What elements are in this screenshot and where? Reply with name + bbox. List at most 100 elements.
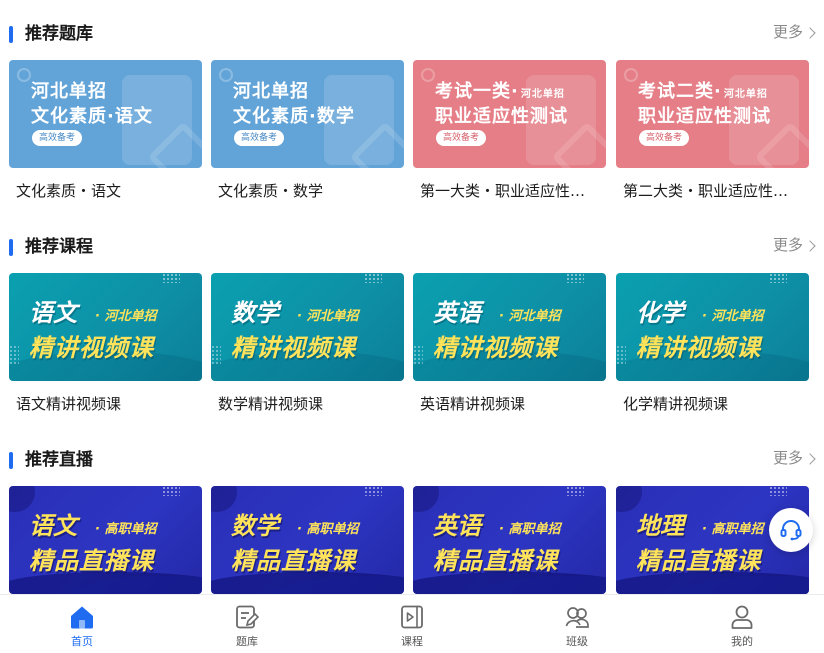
class-group-icon <box>565 607 589 628</box>
card-row: 河北单招 文化素质·语文 高效备考 文化素质・语文 河北单招 文化素质·数学 高… <box>9 60 814 210</box>
thumb-line2: 精品直播课 <box>636 547 761 575</box>
more-link[interactable]: 更多 <box>772 21 816 43</box>
customer-service-icon <box>780 520 802 541</box>
thumb-subject: 数学 <box>231 299 279 327</box>
section-accent-bar <box>9 26 13 43</box>
section-title: 推荐题库 <box>25 24 93 44</box>
thumb-line2: 文化素质·数学 <box>233 106 355 127</box>
card-thumbnail: 数学 · 河北单招 精讲视频课 <box>211 273 404 381</box>
thumb-line2: 职业适应性测试 <box>638 106 771 127</box>
thumb-subject: 地理 <box>636 512 684 540</box>
thumb-line2: 精讲视频课 <box>433 334 558 362</box>
card-caption: 英语精讲视频课 <box>420 395 526 413</box>
tab-courses[interactable]: 课程 <box>330 595 494 653</box>
thumb-subject: 英语 <box>433 512 481 540</box>
thumb-line2: 精品直播课 <box>433 547 558 575</box>
live-card[interactable]: 语文 · 高职单招 精品直播课 <box>9 486 202 594</box>
thumb-subject: 英语 <box>433 299 481 327</box>
thumb-subject: 化学 <box>636 299 684 327</box>
thumb-line1: 考试一类· 河北单招 <box>435 81 565 102</box>
bank-card[interactable]: 河北单招 文化素质·数学 高效备考 文化素质・数学 <box>211 60 404 201</box>
section-recommended-live: 推荐直播 更多 语文 · 高职单招 精品直播课 数学 · 高职单招 精品直播课 <box>0 446 824 594</box>
more-label: 更多 <box>772 23 803 41</box>
course-video-icon <box>401 605 423 629</box>
section-header: 推荐题库 更多 <box>0 20 824 48</box>
section-title: 推荐直播 <box>25 450 93 470</box>
customer-service-button[interactable] <box>769 508 813 552</box>
course-card[interactable]: 语文 · 河北单招 精讲视频课 语文精讲视频课 <box>9 273 202 414</box>
tab-label: 我的 <box>731 635 753 648</box>
bank-card[interactable]: 考试二类· 河北单招 职业适应性测试 高效备考 第二大类・职业适应性测试 <box>616 60 809 201</box>
section-recommended-bank: 推荐题库 更多 河北单招 文化素质·语文 高效备考 文化素质・语文 河北单招 文… <box>0 20 824 205</box>
card-caption: 第二大类・职业适应性测试 <box>623 182 801 200</box>
card-thumbnail: 河北单招 文化素质·语文 高效备考 <box>9 60 202 168</box>
thumb-line2: 精讲视频课 <box>636 334 761 362</box>
tab-profile[interactable]: 我的 <box>660 595 824 653</box>
card-thumbnail: 河北单招 文化素质·数学 高效备考 <box>211 60 404 168</box>
profile-icon <box>731 605 753 629</box>
card-thumbnail: 英语 · 高职单招 精品直播课 <box>413 486 606 594</box>
section-accent-bar <box>9 239 13 256</box>
section-header: 推荐直播 更多 <box>0 446 824 474</box>
tab-question-bank[interactable]: 题库 <box>165 595 329 653</box>
card-caption: 第一大类・职业适应性测试 <box>420 182 598 200</box>
card-caption: 化学精讲视频课 <box>623 395 729 413</box>
thumb-tag: · 河北单招 <box>499 309 561 324</box>
live-card[interactable]: 数学 · 高职单招 精品直播课 <box>211 486 404 594</box>
thumb-line2: 职业适应性测试 <box>435 106 568 127</box>
bank-card[interactable]: 河北单招 文化素质·语文 高效备考 文化素质・语文 <box>9 60 202 201</box>
tab-class[interactable]: 班级 <box>495 595 659 653</box>
thumb-line1: 考试二类· 河北单招 <box>638 81 768 102</box>
thumb-line2: 精品直播课 <box>29 547 154 575</box>
section-recommended-courses: 推荐课程 更多 语文 · 河北单招 精讲视频课 语文精讲视频课 数学 · 河北单… <box>0 233 824 418</box>
tab-label: 课程 <box>401 635 423 648</box>
chevron-right-icon <box>804 452 816 465</box>
card-caption: 数学精讲视频课 <box>218 395 324 413</box>
chevron-right-icon <box>804 239 816 252</box>
thumb-subject: 数学 <box>231 512 279 540</box>
card-thumbnail: 英语 · 河北单招 精讲视频课 <box>413 273 606 381</box>
card-thumbnail: 考试二类· 河北单招 职业适应性测试 高效备考 <box>616 60 809 168</box>
thumb-line2: 精品直播课 <box>231 547 356 575</box>
card-caption: 文化素质・语文 <box>16 182 122 200</box>
tab-label: 班级 <box>566 635 588 648</box>
course-card[interactable]: 化学 · 河北单招 精讲视频课 化学精讲视频课 <box>616 273 809 414</box>
course-card[interactable]: 英语 · 河北单招 精讲视频课 英语精讲视频课 <box>413 273 606 414</box>
thumb-tag: · 河北单招 <box>297 309 359 324</box>
thumb-badge: 高效备考 <box>639 130 690 146</box>
thumb-tag: · 高职单招 <box>297 522 359 537</box>
live-card[interactable]: 英语 · 高职单招 精品直播课 <box>413 486 606 594</box>
section-accent-bar <box>9 452 13 469</box>
section-title: 推荐课程 <box>25 237 93 257</box>
thumb-line2: 文化素质·语文 <box>31 106 153 127</box>
bottom-tab-bar: 首页 题库 课程 班级 我的 <box>0 594 824 653</box>
thumb-tag: · 高职单招 <box>499 522 561 537</box>
thumb-tag: · 高职单招 <box>95 522 157 537</box>
thumb-line1: 河北单招 <box>233 81 309 102</box>
section-header: 推荐课程 更多 <box>0 233 824 261</box>
card-row: 语文 · 高职单招 精品直播课 数学 · 高职单招 精品直播课 英语 · 高职单… <box>9 486 814 594</box>
card-thumbnail: 考试一类· 河北单招 职业适应性测试 高效备考 <box>413 60 606 168</box>
thumb-line2: 精讲视频课 <box>29 334 154 362</box>
more-label: 更多 <box>772 449 803 467</box>
more-link[interactable]: 更多 <box>773 234 816 256</box>
more-link[interactable]: 更多 <box>772 447 816 469</box>
card-thumbnail: 化学 · 河北单招 精讲视频课 <box>616 273 809 381</box>
home-icon <box>71 606 93 629</box>
course-card[interactable]: 数学 · 河北单招 精讲视频课 数学精讲视频课 <box>211 273 404 414</box>
card-thumbnail: 语文 · 河北单招 精讲视频课 <box>9 273 202 381</box>
card-thumbnail: 语文 · 高职单招 精品直播课 <box>9 486 202 594</box>
chevron-right-icon <box>804 26 816 39</box>
card-thumbnail: 数学 · 高职单招 精品直播课 <box>211 486 404 594</box>
card-caption: 文化素质・数学 <box>218 182 324 200</box>
thumb-line2: 精讲视频课 <box>231 334 356 362</box>
thumb-subject: 语文 <box>29 512 77 540</box>
question-bank-icon <box>236 605 260 629</box>
tab-label: 题库 <box>236 635 258 648</box>
thumb-tag: · 高职单招 <box>702 522 764 537</box>
thumb-badge: 高效备考 <box>32 130 83 146</box>
card-caption: 语文精讲视频课 <box>16 395 122 413</box>
thumb-subject: 语文 <box>29 299 77 327</box>
tab-home[interactable]: 首页 <box>0 595 164 653</box>
bank-card[interactable]: 考试一类· 河北单招 职业适应性测试 高效备考 第一大类・职业适应性测试 <box>413 60 606 201</box>
